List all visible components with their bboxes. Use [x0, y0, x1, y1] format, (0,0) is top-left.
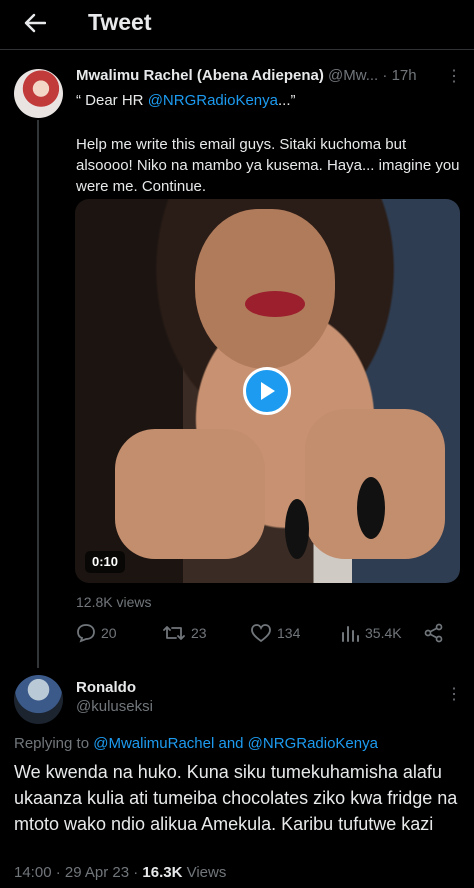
- reply-author-handle[interactable]: @kuluseksi: [76, 698, 153, 715]
- retweet-button[interactable]: 23: [162, 623, 207, 643]
- like-count: 134: [277, 625, 301, 641]
- reply-metadata: 14:00 · 29 Apr 23 · 16.3K Views: [14, 864, 226, 881]
- retweet-icon: [163, 626, 185, 640]
- tweet-text: Help me write this email guys. Sitaki ku…: [76, 136, 460, 195]
- author-handle[interactable]: @Mw...: [328, 67, 378, 84]
- share-button[interactable]: [424, 623, 444, 643]
- reply-text: We kwenda na huko. Kuna siku tumekuhamis…: [14, 762, 458, 834]
- video-frame-hand: [115, 429, 265, 559]
- video-frame-nail: [285, 499, 309, 559]
- tweet-time: · 17h: [382, 67, 417, 84]
- analytics-button[interactable]: 35.4K: [340, 623, 402, 643]
- video-frame-face: [195, 209, 335, 369]
- share-icon: [424, 623, 443, 643]
- tweet-actions: 20 23 134 35.4K: [76, 623, 448, 649]
- tweet-quote-line: “ Dear HR @NRGRadioKenya...”: [76, 92, 296, 109]
- thread-connector-line: [37, 120, 39, 668]
- view-count: 12.8K views: [76, 594, 152, 610]
- video-duration: 0:10: [85, 551, 126, 573]
- reply-views-label: Views: [182, 864, 227, 881]
- reply-count: 20: [101, 625, 117, 641]
- page-title: Tweet: [88, 9, 152, 35]
- author-avatar[interactable]: [14, 69, 63, 118]
- like-button[interactable]: 134: [250, 623, 300, 643]
- top-bar: Tweet: [0, 0, 474, 50]
- reply-more-options-icon[interactable]: ⋮: [446, 684, 462, 704]
- analytics-count: 35.4K: [365, 625, 402, 641]
- reply-author-name[interactable]: Ronaldo: [76, 679, 136, 696]
- reply-icon: [77, 624, 95, 643]
- author-name[interactable]: Mwalimu Rachel (Abena Adiepena): [76, 67, 324, 84]
- reply-views-count: 16.3K: [142, 864, 183, 881]
- replying-to: Replying to @MwalimuRachel and @NRGRadio…: [14, 735, 378, 752]
- reply-button[interactable]: 20: [76, 623, 117, 643]
- video-player[interactable]: 0:10: [75, 199, 460, 583]
- video-frame-lips: [245, 291, 305, 317]
- replying-to-mentions[interactable]: @MwalimuRachel and @NRGRadioKenya: [93, 735, 378, 752]
- back-arrow-icon[interactable]: [20, 8, 50, 38]
- heart-icon: [251, 624, 271, 643]
- more-options-icon[interactable]: ⋮: [446, 66, 462, 86]
- video-frame-nail: [357, 477, 385, 539]
- retweet-count: 23: [191, 625, 207, 641]
- mention-link[interactable]: @NRGRadioKenya: [148, 92, 278, 109]
- tweet-header: Mwalimu Rachel (Abena Adiepena) @Mw... ·…: [76, 67, 460, 84]
- reply-timestamp: 14:00 · 29 Apr 23 ·: [14, 864, 143, 881]
- reply-author-avatar[interactable]: [14, 675, 63, 724]
- play-icon[interactable]: [243, 367, 291, 415]
- analytics-icon: [342, 626, 359, 642]
